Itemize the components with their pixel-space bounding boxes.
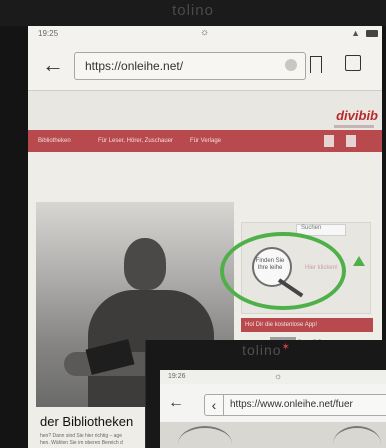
nav-item-readers[interactable]: Für Leser, Hörer, Zuschauer <box>98 138 173 144</box>
address-url: https://onleihe.net/ <box>85 59 184 73</box>
device-brand: tolino <box>172 2 214 19</box>
second-address-url: https://www.onleihe.net/fuer <box>230 399 353 410</box>
page-title: der Bibliotheken <box>40 414 134 429</box>
nav-item-bibliotheken[interactable]: Bibliotheken <box>38 138 71 144</box>
page-copy-line-2: hen. Wählen Sie im oberen Bereich d <box>40 440 123 446</box>
wifi-icon: ▲ <box>351 28 360 38</box>
second-sun-icon: ☼ <box>274 371 283 381</box>
second-address-bar[interactable]: ‹ https://www.onleihe.net/fuer <box>204 394 386 416</box>
device-top-bezel: tolino <box>0 0 386 26</box>
divibib-logo-subtitle <box>334 125 374 128</box>
second-device-screen: 19:26 ☼ ← ‹ https://www.onleihe.net/fuer <box>160 370 386 448</box>
bookmark-icon[interactable] <box>310 56 322 73</box>
browser-toolbar: ← https://onleihe.net/ <box>28 42 382 91</box>
second-left-chevron-icon[interactable]: ‹ <box>205 395 224 415</box>
second-device-photo: tolino✶ 19:26 ☼ ← ‹ https://www.onleihe.… <box>145 340 386 448</box>
second-status-time: 19:26 <box>168 373 186 380</box>
address-bar[interactable]: https://onleihe.net/ <box>74 52 306 80</box>
share-icon[interactable] <box>345 55 361 71</box>
second-browser-toolbar: ← ‹ https://www.onleihe.net/fuer <box>160 384 386 422</box>
battery-icon <box>366 30 378 37</box>
second-device-brand: tolino✶ <box>146 342 386 358</box>
sun-icon: ☼ <box>200 27 210 38</box>
site-navigation: Bibliotheken Für Leser, Hörer, Zuschauer… <box>28 130 382 152</box>
divibib-logo: divibib <box>336 108 378 123</box>
second-back-arrow-icon[interactable]: ← <box>168 394 184 412</box>
reload-icon[interactable] <box>285 59 297 71</box>
facebook-icon[interactable] <box>324 135 334 147</box>
brand-mark-icon: ✶ <box>281 342 291 353</box>
status-bar: 19:25 ☼ ▲ <box>28 26 382 42</box>
second-device-brand-text: tolino <box>242 342 282 358</box>
status-time: 19:25 <box>38 29 59 38</box>
highlight-ellipse <box>220 232 346 310</box>
back-arrow-icon[interactable]: ← <box>42 52 64 78</box>
app-promo-bar: Hol Dir die kostenlose App! <box>241 318 373 332</box>
nav-item-publishers[interactable]: Für Verlage <box>190 138 221 144</box>
print-icon[interactable] <box>346 135 356 147</box>
second-status-bar: 19:26 ☼ <box>160 370 386 384</box>
highlight-arrow <box>353 256 365 266</box>
page-copy-line-1: hen? Dann sind Sie hier richtig – age <box>40 433 122 439</box>
person-head <box>124 238 166 290</box>
